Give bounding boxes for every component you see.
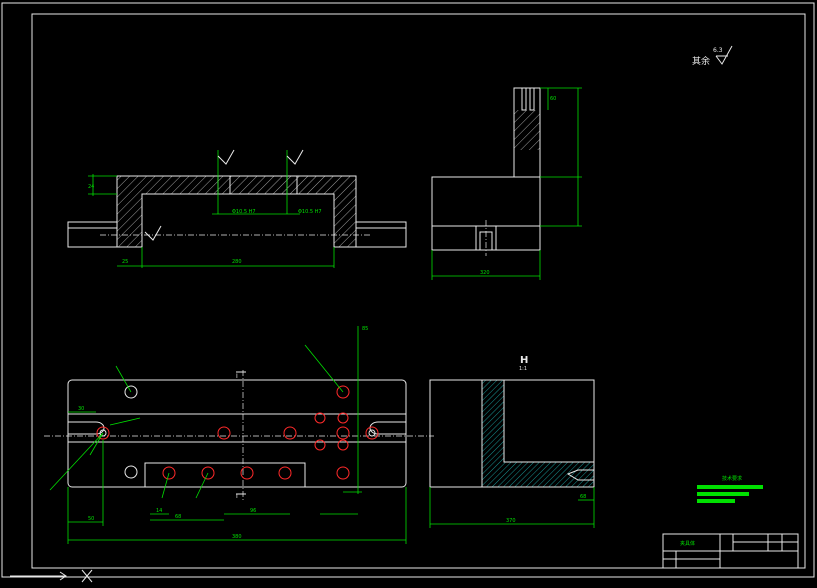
front-section-view: 24 25 280 Φ10.5 H7 Φ10.5 H7 xyxy=(67,149,407,268)
title-block: 夹具体 xyxy=(662,533,799,569)
dim-side-top: 60 xyxy=(550,96,556,102)
surface-roughness-note: 其余 6.3 xyxy=(692,45,733,67)
dim-plan-left: 50 xyxy=(88,516,94,522)
section-scale: 1:1 xyxy=(519,366,527,372)
section-letter-top: I xyxy=(236,373,238,380)
roughness-label: 其余 xyxy=(692,55,710,67)
dim-top-left: 25 xyxy=(122,259,128,265)
roughness-value: 6.3 xyxy=(713,47,723,54)
dim-plan-68: 68 xyxy=(175,514,181,520)
section-letter-bottom: I xyxy=(236,493,238,500)
right-section-view: H 1:1 370 68 xyxy=(429,355,595,528)
drawing-svg: 其余 6.3 24 25 280 Φ10.5 H7 Φ10.5 H7 320 6… xyxy=(1,2,815,583)
svg-text:Φ10.5 H7: Φ10.5 H7 xyxy=(298,209,322,215)
dim-side-width: 320 xyxy=(480,270,490,276)
outer-frame xyxy=(1,2,815,578)
dim-right-68: 68 xyxy=(580,494,586,500)
dim-plan-96: 96 xyxy=(250,508,256,514)
dim-plan-30: 30 xyxy=(78,406,84,412)
plan-view: I I 380 50 30 68 14 96 85 xyxy=(44,326,434,544)
dim-plan-total: 380 xyxy=(232,534,242,540)
svg-text:Φ10.5 H7: Φ10.5 H7 xyxy=(232,209,256,215)
side-view: 320 60 xyxy=(431,87,582,280)
tech-note: 技术要求 xyxy=(697,475,763,503)
title-name: 夹具体 xyxy=(680,540,695,547)
dim-top-height: 24 xyxy=(88,184,94,190)
inner-frame xyxy=(31,13,806,569)
dim-plan-14: 14 xyxy=(156,508,162,514)
dim-top-width: 280 xyxy=(232,259,242,265)
ucs-icon xyxy=(10,569,93,583)
dim-right-width: 370 xyxy=(506,518,516,524)
cad-drawing: 其余 6.3 24 25 280 Φ10.5 H7 Φ10.5 H7 320 6… xyxy=(0,0,817,588)
section-mark: H xyxy=(520,355,528,366)
dim-plan-85: 85 xyxy=(362,326,368,332)
tech-note-title: 技术要求 xyxy=(722,475,742,482)
